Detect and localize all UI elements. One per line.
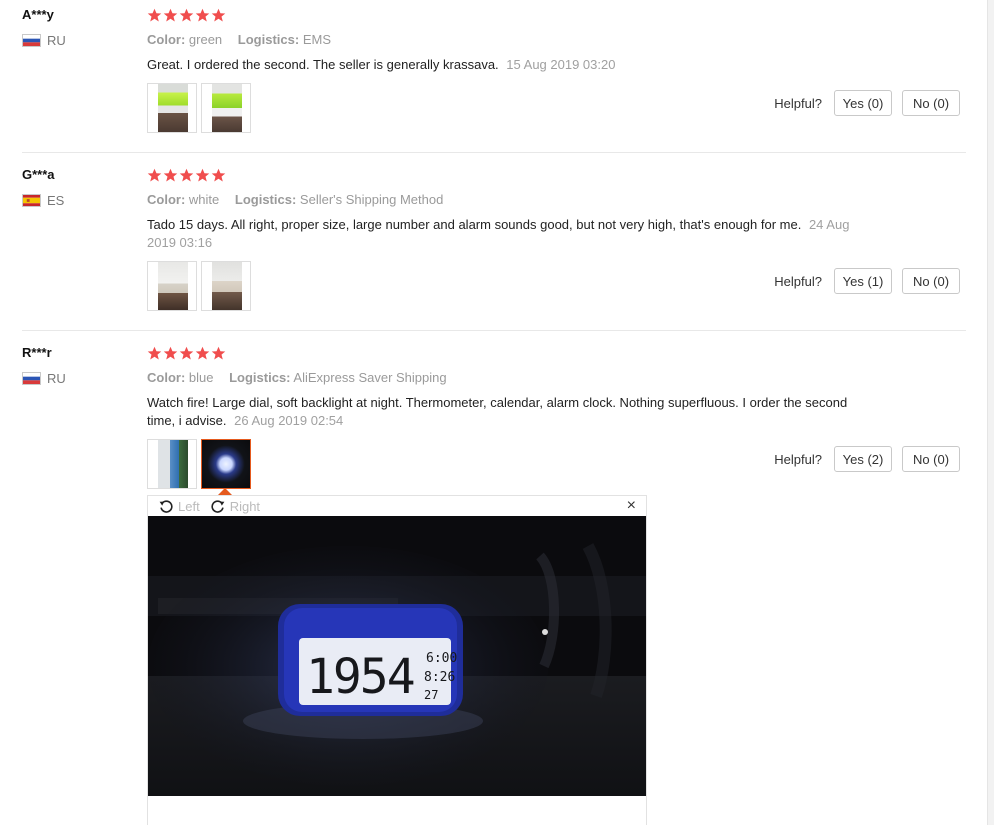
flag-es-icon (22, 194, 41, 207)
viewer-toolbar: Left Right × (148, 496, 646, 516)
star-icon (211, 168, 226, 183)
logistics-label: Logistics: (229, 370, 291, 385)
review-date: 15 Aug 2019 03:20 (506, 57, 616, 72)
star-icon (147, 168, 162, 183)
star-icon (179, 168, 194, 183)
review-photos (147, 439, 251, 489)
photo-thumbnail[interactable] (147, 261, 197, 311)
logistics-value: Seller's Shipping Method (299, 192, 444, 207)
country-code: RU (47, 371, 66, 386)
review-text: Tado 15 days. All right, proper size, la… (147, 217, 802, 232)
star-rating (147, 8, 226, 23)
photo-thumbnail[interactable] (201, 83, 251, 133)
country-code: ES (47, 193, 65, 208)
viewer-pointer (218, 488, 232, 495)
review-date: 26 Aug 2019 02:54 (234, 413, 344, 428)
reviewer-name: G***a (22, 167, 55, 182)
logistics-label: Logistics: (237, 32, 300, 47)
reviewer-country: ES (22, 193, 64, 208)
star-icon (163, 346, 178, 361)
helpful-no-button[interactable]: No (0) (902, 446, 960, 472)
flag-ru-icon (22, 372, 41, 385)
helpful-label: Helpful? (774, 452, 822, 467)
rotate-right-label: Right (229, 498, 261, 514)
alarm-clock-photo: 1954 6:00 8:26 27 (148, 516, 646, 796)
star-icon (179, 8, 194, 23)
star-icon (163, 8, 178, 23)
rotate-left-label: Left (178, 498, 200, 514)
helpful-no-button[interactable]: No (0) (902, 90, 960, 116)
rotate-right-icon (210, 498, 226, 514)
star-icon (211, 346, 226, 361)
helpful-label: Helpful? (774, 96, 822, 111)
rotate-left-icon (158, 498, 174, 514)
helpful-no-button[interactable]: No (0) (902, 268, 960, 294)
review-divider (22, 152, 966, 153)
reviews-page: A***y RU Color: green Logistics: EMS Gre… (0, 0, 994, 825)
reviewer-country: RU (22, 33, 66, 48)
helpful-yes-button[interactable]: Yes (2) (834, 446, 892, 472)
review-photos (147, 83, 251, 133)
rotate-right-button[interactable]: Right (210, 498, 260, 514)
photo-thumbnail[interactable] (147, 83, 197, 133)
logistics-value: EMS (302, 32, 331, 47)
star-icon (195, 8, 210, 23)
star-rating (147, 346, 226, 361)
review-text-block: Great. I ordered the second. The seller … (147, 56, 867, 74)
helpful-yes-button[interactable]: Yes (1) (834, 268, 892, 294)
star-icon (195, 346, 210, 361)
star-icon (147, 8, 162, 23)
country-code: RU (47, 33, 66, 48)
review-attributes: Color: green Logistics: EMS (147, 32, 343, 47)
clock-digits: 1954 (306, 649, 414, 705)
photo-thumbnail[interactable] (147, 439, 197, 489)
photo-thumbnail-selected[interactable] (201, 439, 251, 489)
flag-ru-icon (22, 34, 41, 47)
review-text-block: Tado 15 days. All right, proper size, la… (147, 216, 867, 252)
color-value: blue (188, 370, 214, 385)
reviewer-country: RU (22, 371, 66, 386)
review-photos (147, 261, 251, 311)
color-value: green (188, 32, 223, 47)
star-icon (147, 346, 162, 361)
logistics-value: AliExpress Saver Shipping (293, 370, 447, 385)
logistics-label: Logistics: (234, 192, 297, 207)
close-icon[interactable]: × (627, 497, 636, 515)
review-photo: 1954 6:00 8:26 27 (148, 516, 646, 796)
review-text: Great. I ordered the second. The seller … (147, 57, 499, 72)
review-attributes: Color: white Logistics: Seller's Shippin… (147, 192, 455, 207)
color-label: Color: (147, 192, 186, 207)
review-divider (22, 330, 966, 331)
scrollbar-edge[interactable] (987, 0, 994, 825)
photo-viewer: Left Right × 1954 6:00 8:26 27 (147, 495, 647, 825)
color-label: Color: (147, 370, 186, 385)
clock-date: 8:26 (424, 670, 455, 685)
star-icon (179, 346, 194, 361)
clock-alarm-time: 6:00 (426, 651, 457, 666)
rotate-left-button[interactable]: Left (158, 498, 200, 514)
color-label: Color: (147, 32, 186, 47)
helpful-label: Helpful? (774, 274, 822, 289)
helpful-yes-button[interactable]: Yes (0) (834, 90, 892, 116)
reviewer-name: R***r (22, 345, 52, 360)
star-icon (163, 168, 178, 183)
clock-temperature: 27 (424, 688, 438, 702)
star-icon (211, 8, 226, 23)
reviewer-name: A***y (22, 7, 54, 22)
photo-thumbnail[interactable] (201, 261, 251, 311)
star-rating (147, 168, 226, 183)
review-text-block: Watch fire! Large dial, soft backlight a… (147, 394, 867, 430)
color-value: white (188, 192, 220, 207)
review-attributes: Color: blue Logistics: AliExpress Saver … (147, 370, 459, 385)
star-icon (195, 168, 210, 183)
